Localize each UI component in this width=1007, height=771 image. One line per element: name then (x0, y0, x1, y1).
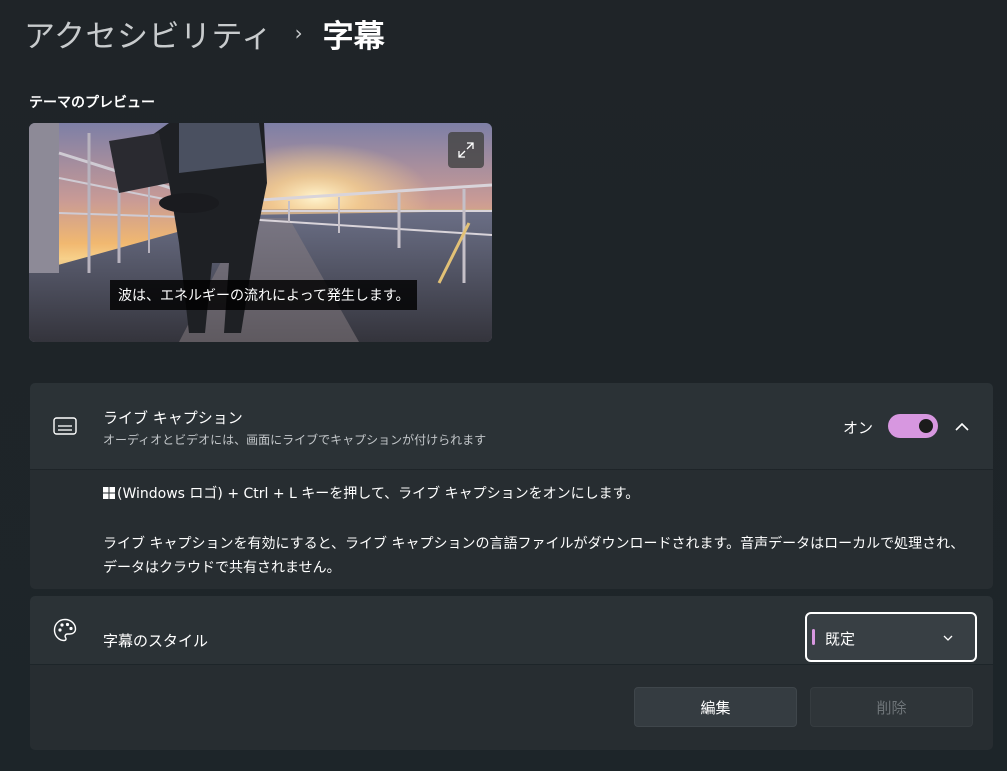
theme-preview: 波は、エネルギーの流れによって発生します。 (29, 123, 492, 342)
delete-button[interactable]: 削除 (810, 687, 973, 727)
edit-button[interactable]: 編集 (634, 687, 797, 727)
preview-caption: 波は、エネルギーの流れによって発生します。 (110, 280, 418, 310)
shortcut-text: (Windows ロゴ) + Ctrl + L キーを押して、ライブ キャプショ… (117, 486, 640, 502)
captions-icon (53, 417, 77, 435)
settings-page: アクセシビリティ › 字幕 テーマのプレビュー 波は、エネルギーの流れによって発… (0, 0, 1007, 771)
windows-logo-icon (103, 487, 115, 499)
breadcrumb-parent[interactable]: アクセシビリティ (24, 11, 273, 56)
live-captions-title: ライブ キャプション (103, 409, 243, 427)
live-captions-details: (Windows ロゴ) + Ctrl + L キーを押して、ライブ キャプショ… (30, 470, 993, 589)
live-captions-toggle[interactable] (888, 414, 938, 438)
select-accent-bar (812, 629, 815, 645)
shortcut-info: (Windows ロゴ) + Ctrl + L キーを押して、ライブ キャプショ… (103, 482, 639, 506)
chevron-down-icon (943, 635, 953, 641)
info-line-1: ライブ キャプションを有効にすると、ライブ キャプションの言語ファイルがダウンロ… (103, 536, 965, 552)
preview-title: テーマのプレビュー (29, 95, 155, 111)
caption-style-card: 字幕のスタイル 既定 (30, 596, 993, 664)
expand-icon (458, 142, 474, 158)
chevron-up-icon[interactable] (951, 416, 973, 438)
caption-style-title: 字幕のスタイル (103, 632, 209, 650)
toggle-label: オン (842, 419, 873, 437)
select-value: 既定 (825, 630, 856, 648)
info-line-2: データはクラウドで共有されません。 (103, 560, 341, 576)
palette-icon (53, 618, 77, 642)
live-captions-card: ライブ キャプション オーディオとビデオには、画面にライブでキャプションが付けら… (30, 383, 993, 469)
caption-style-select[interactable]: 既定 (805, 612, 977, 662)
page-title: 字幕 (322, 18, 385, 55)
breadcrumb: アクセシビリティ › 字幕 (24, 8, 385, 58)
breadcrumb-separator-icon: › (294, 21, 303, 45)
expand-button[interactable] (448, 132, 484, 168)
caption-style-actions: 編集 削除 (30, 665, 993, 750)
toggle-knob (919, 419, 933, 433)
live-captions-subtitle: オーディオとビデオには、画面にライブでキャプションが付けられます (103, 433, 487, 447)
